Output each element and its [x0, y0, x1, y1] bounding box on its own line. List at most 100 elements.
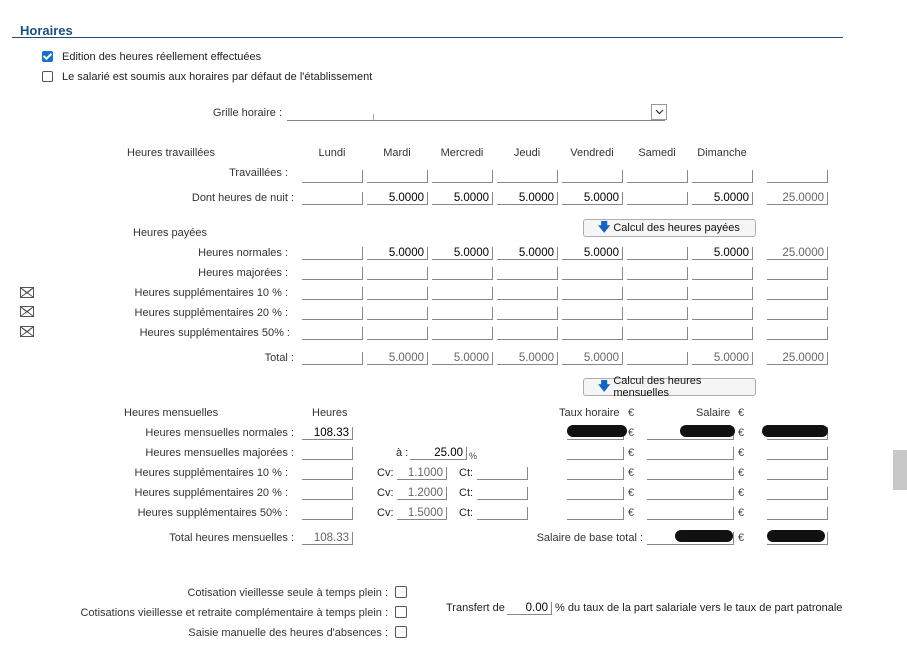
- monthly-heures-field[interactable]: [302, 467, 353, 480]
- worked-cell[interactable]: [692, 170, 753, 183]
- paid-cell[interactable]: 5.0000: [497, 247, 558, 260]
- paid-cell[interactable]: [432, 287, 493, 300]
- paid-cell[interactable]: [432, 267, 493, 280]
- paid-cell[interactable]: [627, 327, 688, 340]
- paid-cell[interactable]: [432, 327, 493, 340]
- paid-cell[interactable]: [367, 267, 428, 280]
- paid-cell[interactable]: [497, 307, 558, 320]
- worked-total: 25.0000: [767, 192, 828, 205]
- paid-cell[interactable]: [302, 307, 363, 320]
- paid-cell[interactable]: [497, 327, 558, 340]
- paid-cell[interactable]: [562, 327, 623, 340]
- transfert-field[interactable]: 0.00: [507, 602, 552, 615]
- chevron-down-icon[interactable]: [651, 104, 667, 120]
- cv-field[interactable]: 1.2000: [397, 487, 447, 500]
- salaire-field[interactable]: [647, 447, 734, 460]
- paid-cell[interactable]: [627, 267, 688, 280]
- paid-cell[interactable]: [627, 247, 688, 260]
- paid-cell[interactable]: 5.0000: [432, 247, 493, 260]
- worked-cell[interactable]: [367, 170, 428, 183]
- ct-field[interactable]: [477, 507, 528, 520]
- paid-cell[interactable]: [497, 287, 558, 300]
- worked-cell[interactable]: [562, 170, 623, 183]
- paid-cell[interactable]: [302, 267, 363, 280]
- salaire-field[interactable]: [647, 507, 734, 520]
- paid-title: Heures payées: [133, 227, 207, 239]
- day-header-mardi: Mardi: [383, 147, 411, 159]
- ct-label: Ct:: [459, 507, 474, 519]
- paid-row-label: Heures majorées :: [198, 267, 288, 279]
- paid-cell[interactable]: [627, 307, 688, 320]
- worked-cell[interactable]: 5.0000: [367, 192, 428, 205]
- combo-divider: [373, 114, 374, 120]
- paid-cell[interactable]: [692, 267, 753, 280]
- paid-cell[interactable]: [562, 267, 623, 280]
- cotisations-retraite-checkbox[interactable]: [395, 606, 407, 618]
- paid-cell[interactable]: [692, 327, 753, 340]
- paid-cell[interactable]: [367, 307, 428, 320]
- cv-field[interactable]: 1.5000: [397, 507, 447, 520]
- mail-icon[interactable]: [20, 306, 34, 317]
- paid-cell[interactable]: [302, 247, 363, 260]
- monthly-heures-field[interactable]: 108.33: [302, 427, 353, 440]
- paid-cell[interactable]: [692, 307, 753, 320]
- worked-cell[interactable]: [302, 170, 363, 183]
- worked-cell[interactable]: [497, 170, 558, 183]
- salaire-total-field: [767, 487, 828, 500]
- redacted-value: [675, 530, 733, 542]
- worked-cell[interactable]: 5.0000: [497, 192, 558, 205]
- ct-field[interactable]: [477, 467, 528, 480]
- salaire-field[interactable]: [647, 487, 734, 500]
- paid-cell[interactable]: 5.0000: [367, 247, 428, 260]
- grille-horaire-select[interactable]: [287, 104, 667, 121]
- taux-horaire-field[interactable]: [567, 447, 624, 460]
- paid-cell[interactable]: 5.0000: [692, 247, 753, 260]
- cotisation-vieillesse-checkbox[interactable]: [395, 586, 407, 598]
- redacted-value: [680, 425, 735, 437]
- cv-field[interactable]: 1.1000: [397, 467, 447, 480]
- taux-horaire-field[interactable]: [567, 487, 624, 500]
- worked-cell[interactable]: 5.0000: [562, 192, 623, 205]
- paid-total: 25.0000: [767, 247, 828, 260]
- paid-cell[interactable]: [367, 327, 428, 340]
- worked-cell[interactable]: [627, 192, 688, 205]
- worked-cell[interactable]: [302, 192, 363, 205]
- default-hours-label: Le salarié est soumis aux horaires par d…: [62, 71, 373, 83]
- taux-horaire-field[interactable]: [567, 467, 624, 480]
- taux-horaire-field[interactable]: [567, 507, 624, 520]
- worked-cell[interactable]: 5.0000: [692, 192, 753, 205]
- grille-horaire-label: Grille horaire :: [212, 107, 282, 119]
- monthly-heures-field[interactable]: [302, 447, 353, 460]
- paid-cell[interactable]: [367, 287, 428, 300]
- paid-cell[interactable]: [627, 287, 688, 300]
- arrow-down-icon: 🡇: [598, 219, 611, 234]
- ct-field[interactable]: [477, 487, 528, 500]
- mail-icon[interactable]: [20, 287, 34, 298]
- salaire-field[interactable]: [647, 467, 734, 480]
- paid-cell[interactable]: [562, 307, 623, 320]
- majoration-rate-field[interactable]: 25.00: [410, 447, 467, 460]
- calc-paid-hours-button[interactable]: 🡇 Calcul des heures payées: [583, 219, 756, 237]
- worked-cell[interactable]: [432, 170, 493, 183]
- currency-symbol: €: [738, 427, 745, 439]
- calc-monthly-hours-button[interactable]: 🡇 Calcul des heures mensuelles: [583, 375, 756, 399]
- currency-symbol: €: [628, 447, 635, 459]
- paid-cell[interactable]: [302, 287, 363, 300]
- paid-cell[interactable]: 5.0000: [562, 247, 623, 260]
- worked-cell[interactable]: 5.0000: [432, 192, 493, 205]
- scrollbar-thumb[interactable]: [893, 450, 907, 490]
- paid-cell[interactable]: [562, 287, 623, 300]
- paid-cell[interactable]: [497, 267, 558, 280]
- mail-icon[interactable]: [20, 326, 34, 337]
- default-hours-checkbox[interactable]: [42, 71, 53, 82]
- real-hours-checkbox[interactable]: [42, 51, 53, 62]
- monthly-heures-field[interactable]: [302, 487, 353, 500]
- arrow-down-icon: 🡇: [598, 378, 611, 393]
- paid-cell[interactable]: [692, 287, 753, 300]
- paid-cell[interactable]: [432, 307, 493, 320]
- transfert-label: Transfert de: [446, 602, 505, 614]
- monthly-heures-field[interactable]: [302, 507, 353, 520]
- saisie-absences-checkbox[interactable]: [395, 626, 407, 638]
- worked-cell[interactable]: [627, 170, 688, 183]
- paid-cell[interactable]: [302, 327, 363, 340]
